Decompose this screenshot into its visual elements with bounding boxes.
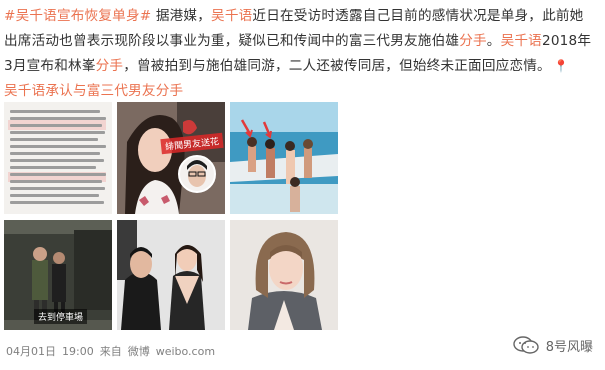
post-meta: 04月01日 19:00 来自 微博 weibo.com [6,343,221,359]
photo-illustration [230,102,338,214]
photo-illustration [117,220,225,330]
post-text: #吴千语宣布恢复单身# 据港媒，吴千语近日在受访时透露自己目前的感情状况是单身，… [4,4,596,104]
location-pin-icon[interactable]: 📍 [554,59,569,73]
wechat-icon [513,336,539,354]
topic-link[interactable]: #吴千语宣布恢复单身# [4,8,151,24]
photo-street-couple[interactable]: 去到停車場 [4,220,112,330]
post-time: 19:00 [62,345,94,358]
post-text-segment: ，曾被拍到与施伯雄同游，二人还被传同居，但始终未正面回应恋情。 [123,58,551,74]
source-site: weibo.com [155,345,216,358]
photo-red-carpet-couple[interactable] [117,220,225,330]
article-link[interactable]: 吴千语承认与富三代男友分手 [4,83,183,99]
watermark-text: 8号风曝 [545,339,593,355]
photo-woman-inset[interactable]: 緋聞男友送花 [117,102,225,214]
watermark: 8号风曝 [512,335,593,355]
keyword-link[interactable]: 分手 [96,58,124,74]
photo-beach[interactable] [230,102,338,214]
photo-article-scan[interactable] [4,102,112,214]
source-prefix: 来自 [99,345,122,358]
source-link[interactable]: 微博 [128,345,150,358]
image-caption: 去到停車場 [34,309,88,324]
keyword-link[interactable]: 分手 [459,33,487,49]
name-link[interactable]: 吴千语 [211,8,252,24]
photo-illustration [117,102,225,214]
post-date: 04月01日 [6,345,56,358]
photo-portrait[interactable] [230,220,338,330]
photo-illustration [230,220,338,330]
post-text-segment: 。 [486,33,501,49]
name-link[interactable]: 吴千语 [501,33,542,49]
post-text-segment: 据港媒， [151,8,212,24]
